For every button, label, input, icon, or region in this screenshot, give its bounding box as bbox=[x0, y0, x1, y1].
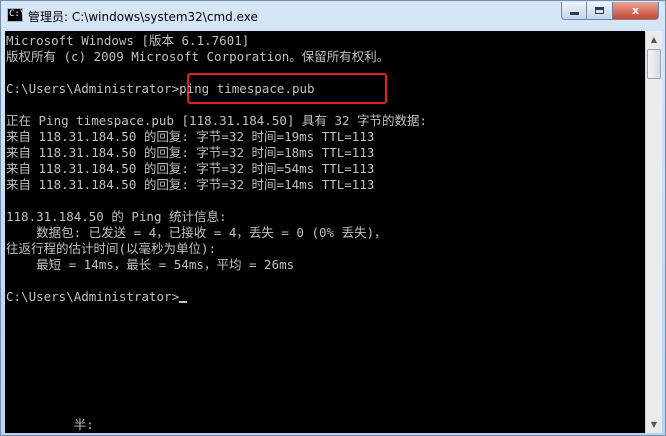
console-line: 半: bbox=[6, 417, 94, 432]
scrollbar-thumb[interactable] bbox=[647, 49, 661, 79]
console-line: C:\Users\Administrator> bbox=[6, 289, 188, 305]
maximize-button[interactable] bbox=[587, 2, 613, 20]
console-line: 来自 118.31.184.50 的回复: 字节=32 时间=19ms TTL=… bbox=[6, 129, 375, 144]
console-line: 往返行程的估计时间(以毫秒为单位): bbox=[6, 241, 217, 256]
text-cursor bbox=[179, 301, 188, 303]
maximize-icon bbox=[595, 7, 604, 14]
console-line: 来自 118.31.184.50 的回复: 字节=32 时间=14ms TTL=… bbox=[6, 177, 375, 192]
console-output[interactable]: Microsoft Windows [版本 6.1.7601] 版权所有 (c) … bbox=[5, 31, 645, 433]
title-bar[interactable]: C:\ 管理员: C:\windows\system32\cmd.exe x bbox=[1, 1, 665, 31]
console-line: C:\Users\Administrator>ping timespace.pu… bbox=[6, 81, 315, 96]
console-line: 来自 118.31.184.50 的回复: 字节=32 时间=18ms TTL=… bbox=[6, 145, 375, 160]
scroll-up-arrow-icon[interactable]: ▲ bbox=[646, 31, 662, 48]
minimize-icon bbox=[569, 12, 579, 15]
console-line: 正在 Ping timespace.pub [118.31.184.50] 具有… bbox=[6, 113, 428, 128]
scroll-down-arrow-icon[interactable]: ▼ bbox=[646, 416, 662, 433]
minimize-button[interactable] bbox=[561, 2, 587, 20]
console-line: Microsoft Windows [版本 6.1.7601] bbox=[6, 33, 250, 48]
vertical-scrollbar[interactable]: ▲ ▼ bbox=[645, 31, 662, 433]
console-line: 数据包: 已发送 = 4，已接收 = 4，丢失 = 0 (0% 丢失)， bbox=[6, 225, 387, 240]
cmd-window: C:\ 管理员: C:\windows\system32\cmd.exe x M… bbox=[0, 0, 666, 436]
window-title: 管理员: C:\windows\system32\cmd.exe bbox=[28, 10, 258, 24]
close-icon: x bbox=[631, 4, 640, 17]
close-button[interactable]: x bbox=[613, 2, 659, 20]
console-line: 118.31.184.50 的 Ping 统计信息: bbox=[6, 209, 227, 224]
console-line: 来自 118.31.184.50 的回复: 字节=32 时间=54ms TTL=… bbox=[6, 161, 375, 176]
console-line: 版权所有 (c) 2009 Microsoft Corporation。保留所有… bbox=[6, 49, 390, 64]
console-line: 最短 = 14ms，最长 = 54ms，平均 = 26ms bbox=[6, 257, 295, 272]
cmd-icon: C:\ bbox=[7, 8, 25, 22]
